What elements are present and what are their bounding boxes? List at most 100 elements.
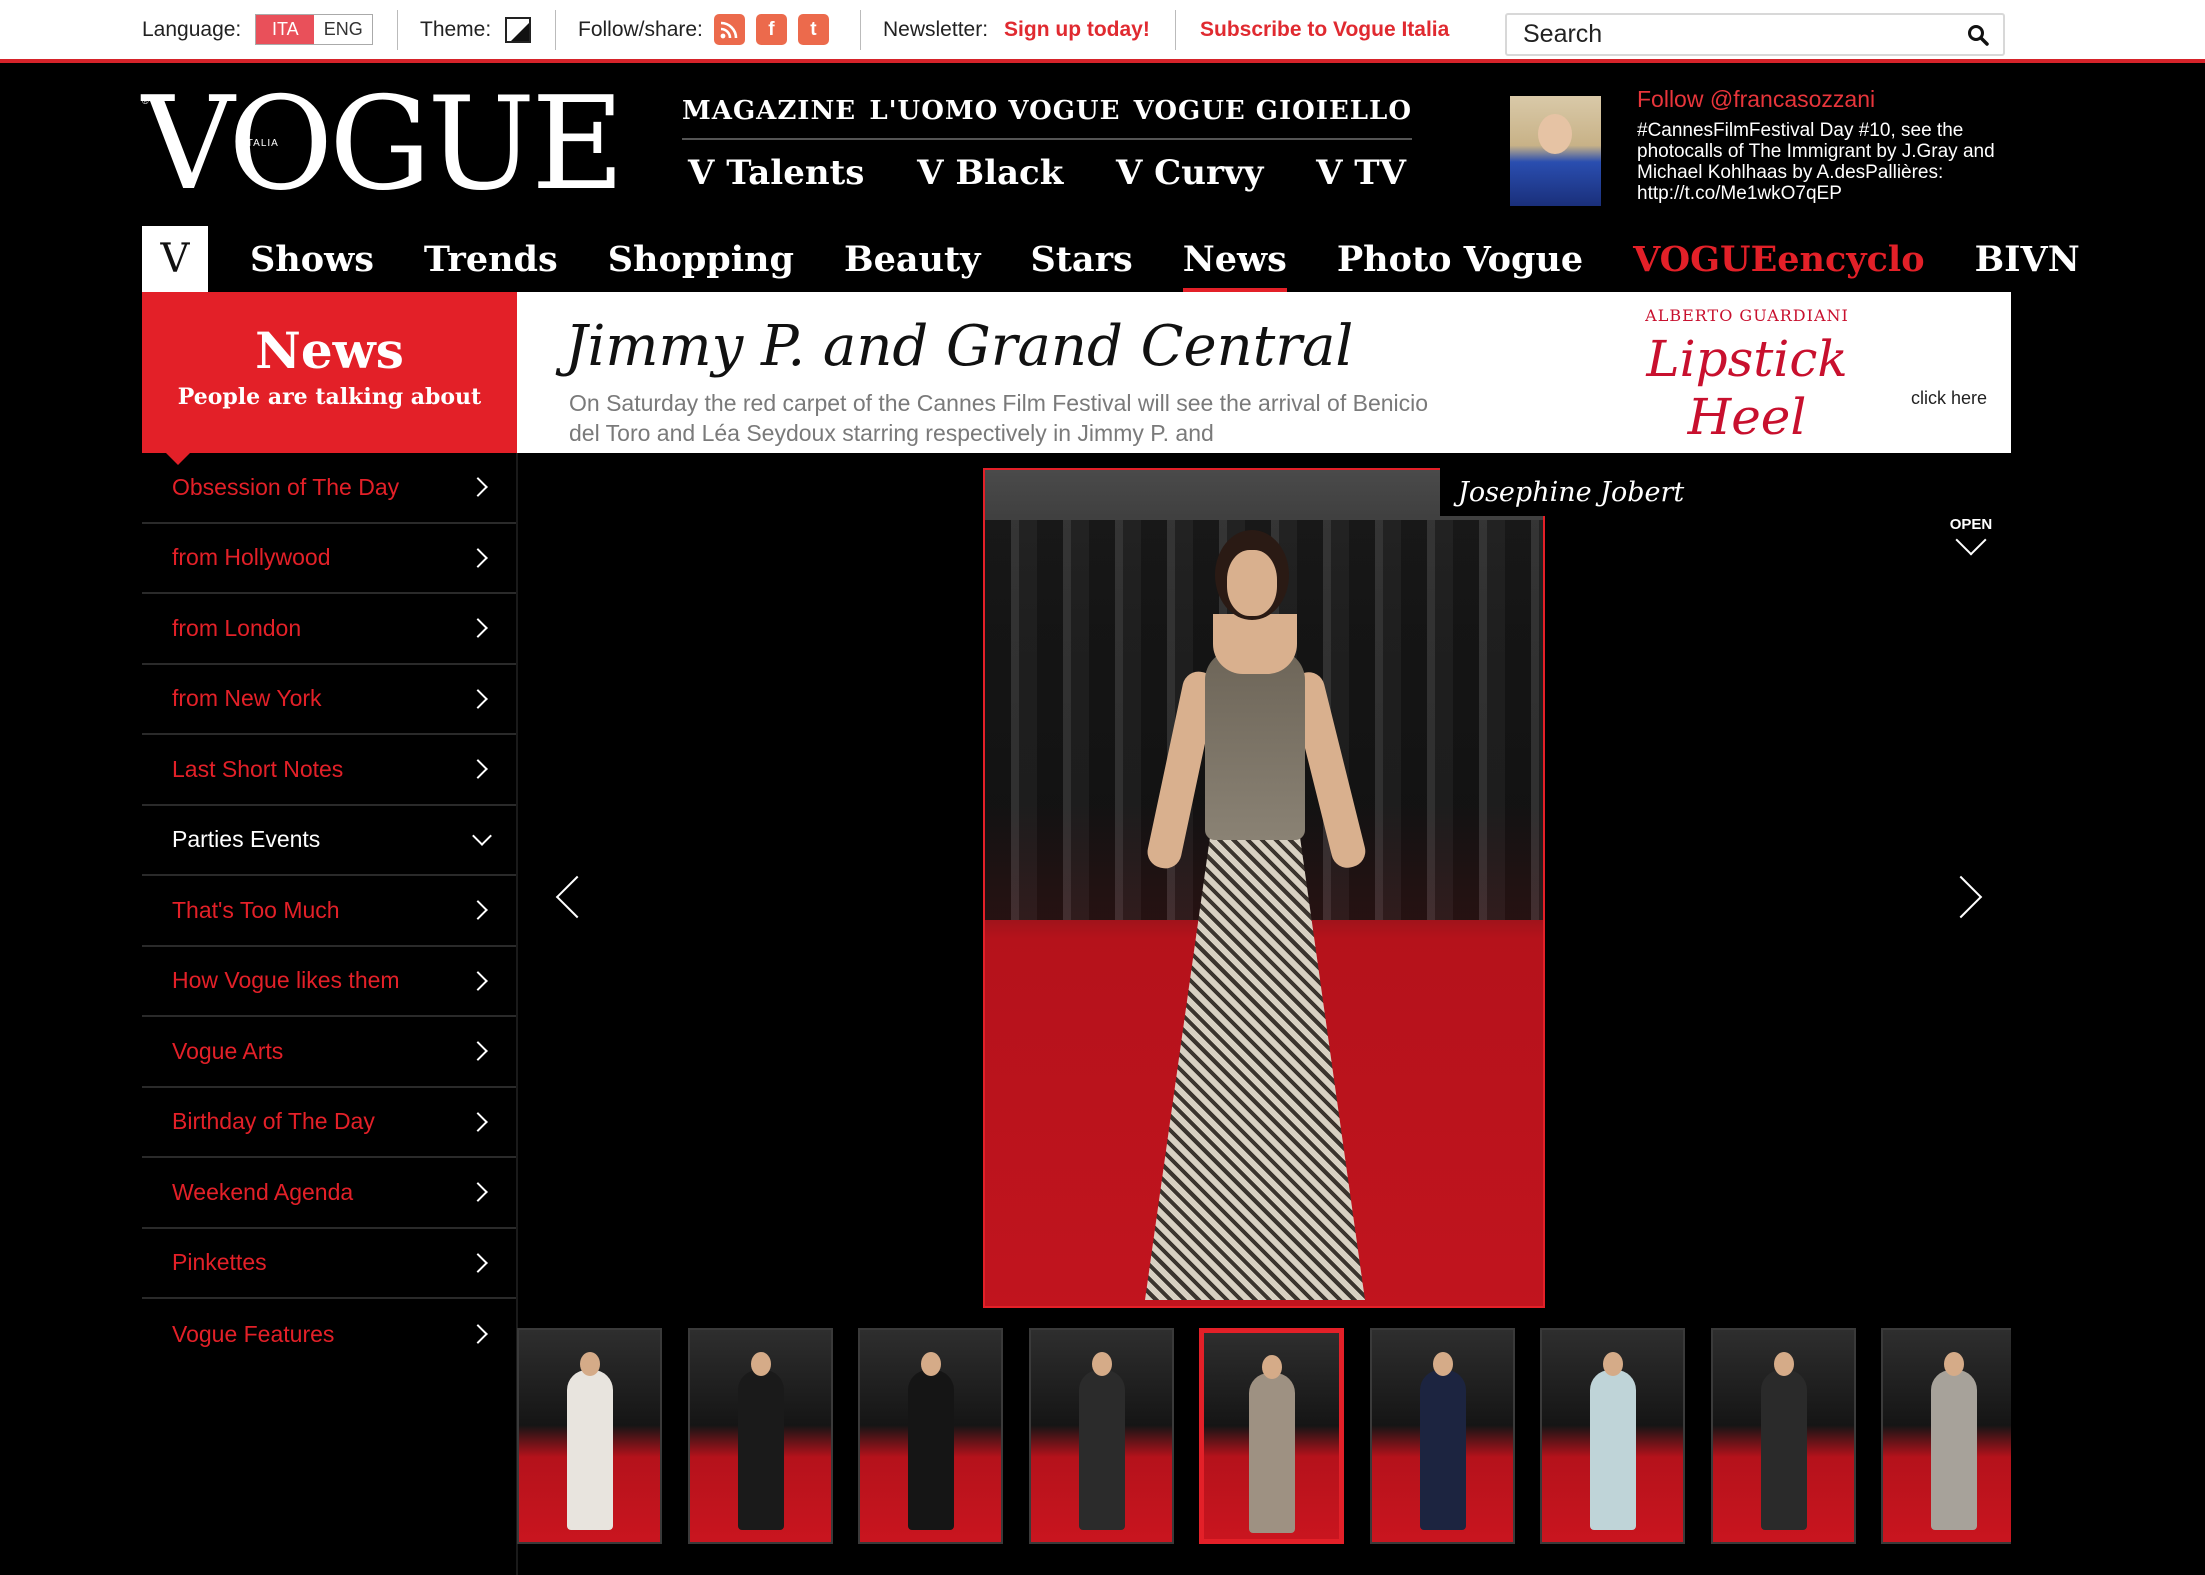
sidebar-item-birthday-of-the-day[interactable]: Birthday of The Day — [142, 1088, 517, 1158]
search-input[interactable] — [1507, 20, 1947, 49]
sidebar-item-label: from New York — [172, 685, 322, 712]
magazine-link-luomo-vogue[interactable]: L'UOMO VOGUE — [869, 96, 1120, 126]
nav-item-photo-vogue[interactable]: Photo Vogue — [1337, 239, 1583, 280]
gallery-open-button[interactable]: OPEN — [1946, 516, 1996, 556]
magazine-row-secondary: V Talents V Black V Curvy V TV — [682, 140, 1412, 206]
facebook-icon[interactable]: f — [755, 14, 787, 45]
rss-icon[interactable] — [713, 14, 745, 45]
twitter-avatar[interactable] — [1510, 96, 1601, 206]
sidebar-item-weekend-agenda[interactable]: Weekend Agenda — [142, 1158, 517, 1229]
gallery-thumbnail[interactable] — [688, 1328, 833, 1544]
twitter-icon[interactable]: t — [797, 14, 829, 45]
sidebar-item-label: Weekend Agenda — [172, 1178, 354, 1205]
gallery-thumbnail[interactable] — [1881, 1328, 2011, 1544]
article-headline[interactable]: Jimmy P. and Grand Central — [565, 314, 1353, 379]
search-box — [1505, 13, 2005, 56]
divider — [555, 10, 556, 50]
top-utility-bar: Language: ITA ENG Theme: Follow/share: f… — [0, 0, 2205, 63]
magazine-link-vogue-gioiello[interactable]: VOGUE GIOIELLO — [1134, 96, 1412, 126]
magazine-link-v-curvy[interactable]: V Curvy — [1116, 153, 1263, 193]
thumbnail-figure — [1930, 1370, 1977, 1530]
follow-label: Follow/share: — [578, 17, 703, 41]
sidebar-item-from-london[interactable]: from London — [142, 594, 517, 665]
magazine-links: MAGAZINE L'UOMO VOGUE VOGUE GIOIELLO V T… — [682, 84, 1412, 206]
gallery-thumbnail[interactable] — [1540, 1328, 1685, 1544]
gallery-next-arrow-icon[interactable] — [1939, 875, 1983, 919]
logo-italia-label: ITALIA — [243, 138, 279, 149]
nav-item-news[interactable]: News — [1182, 239, 1287, 292]
gallery-main-photo[interactable] — [983, 468, 1545, 1308]
sidebar-item-label: from London — [172, 614, 302, 641]
photo-subject — [1135, 530, 1375, 1300]
category-sidebar: Obsession of The Day from Hollywood from… — [142, 453, 517, 1370]
sidebar-item-label: Parties Events — [172, 826, 321, 853]
gallery-thumbnail[interactable] — [1711, 1328, 1856, 1544]
nav-item-vogueencyclo[interactable]: VOGUEencyclo — [1633, 239, 1924, 280]
chevron-right-icon — [468, 688, 488, 709]
thumbnail-figure — [1589, 1370, 1636, 1530]
ad-brand: ALBERTO GUARDIANI — [1645, 306, 1849, 325]
thumbnail-figure-head — [1602, 1352, 1623, 1376]
sidebar-item-label: That's Too Much — [172, 896, 340, 923]
sidebar-item-parties-events[interactable]: Parties Events — [142, 806, 517, 876]
section-title: News — [255, 321, 404, 380]
nav-item-stars[interactable]: Stars — [1030, 239, 1132, 280]
magazine-link-magazine[interactable]: MAGAZINE — [682, 96, 856, 126]
gallery-thumbnail[interactable] — [858, 1328, 1003, 1544]
nav-home-v-button[interactable]: V — [142, 226, 208, 292]
magazine-link-v-talents[interactable]: V Talents — [688, 153, 864, 193]
nav-item-bivn[interactable]: BIVN — [1975, 239, 2080, 280]
sidebar-item-label: Obsession of The Day — [172, 473, 400, 500]
newsletter-label: Newsletter: — [883, 17, 989, 41]
twitter-follow-link[interactable]: Follow @francasozzani — [1637, 86, 1875, 113]
chevron-right-icon — [468, 1324, 488, 1345]
chevron-right-icon — [468, 970, 488, 991]
nav-item-shopping[interactable]: Shopping — [608, 239, 794, 280]
magazine-link-v-tv[interactable]: V TV — [1316, 153, 1406, 193]
sidebar-item-pinkettes[interactable]: Pinkettes — [142, 1229, 517, 1299]
chevron-down-icon — [472, 825, 492, 846]
sidebar-item-from-new-york[interactable]: from New York — [142, 665, 517, 735]
photo-caption: Josephine Jobert — [1440, 468, 1690, 516]
sidebar-item-vogue-arts[interactable]: Vogue Arts — [142, 1017, 517, 1088]
sidebar-item-thats-too-much[interactable]: That's Too Much — [142, 876, 517, 947]
chevron-right-icon — [468, 618, 488, 639]
sidebar-item-how-vogue-likes-them[interactable]: How Vogue likes them — [142, 947, 517, 1017]
magazine-link-v-black[interactable]: V Black — [917, 153, 1063, 193]
thumbnail-figure — [566, 1370, 613, 1530]
lang-ita-button[interactable]: ITA — [256, 15, 315, 44]
logo-registered-mark: ® — [142, 96, 149, 106]
newsletter: Newsletter: Sign up today! — [883, 0, 1150, 59]
thumbnail-figure-head — [1261, 1355, 1282, 1379]
nav-item-beauty[interactable]: Beauty — [844, 239, 980, 280]
subscribe-link[interactable]: Subscribe to Vogue Italia — [1200, 18, 1449, 42]
gallery-thumbnail[interactable] — [1029, 1328, 1174, 1544]
gallery-thumbnail[interactable] — [1370, 1328, 1515, 1544]
nav-item-trends[interactable]: Trends — [424, 239, 558, 280]
divider — [860, 10, 861, 50]
search-icon[interactable] — [1967, 24, 1989, 46]
sidebar-item-vogue-features[interactable]: Vogue Features — [142, 1299, 517, 1370]
subscribe: Subscribe to Vogue Italia — [1200, 0, 1449, 59]
main-nav: V Shows Trends Shopping Beauty Stars New… — [142, 226, 2130, 292]
theme-toggle-icon[interactable] — [505, 16, 532, 43]
gallery-prev-arrow-icon[interactable] — [555, 875, 599, 919]
newsletter-signup-link[interactable]: Sign up today! — [1004, 18, 1150, 42]
thumbnail-figure — [907, 1370, 954, 1530]
chevron-right-icon — [468, 900, 488, 921]
sidebar-item-last-short-notes[interactable]: Last Short Notes — [142, 735, 517, 806]
ad-click-here-link[interactable]: click here — [1911, 388, 1987, 409]
thumbnail-figure-head — [1943, 1352, 1964, 1376]
advertisement[interactable]: ALBERTO GUARDIANI Lipstick Heel click he… — [1597, 306, 1987, 446]
thumbnail-figure-head — [750, 1352, 771, 1376]
gallery-thumbnail[interactable] — [1199, 1328, 1344, 1544]
vogue-logo[interactable]: ® VOGUE ITALIA — [142, 81, 625, 209]
sidebar-item-from-hollywood[interactable]: from Hollywood — [142, 524, 517, 594]
sidebar-item-obsession-of-the-day[interactable]: Obsession of The Day — [142, 453, 517, 524]
sidebar-item-label: Last Short Notes — [172, 755, 344, 782]
gallery-thumbnail[interactable] — [517, 1328, 662, 1544]
lang-eng-button[interactable]: ENG — [314, 15, 373, 44]
nav-item-shows[interactable]: Shows — [250, 239, 374, 280]
thumbnail-figure — [1078, 1370, 1125, 1530]
sidebar-item-label: Vogue Arts — [172, 1037, 284, 1064]
